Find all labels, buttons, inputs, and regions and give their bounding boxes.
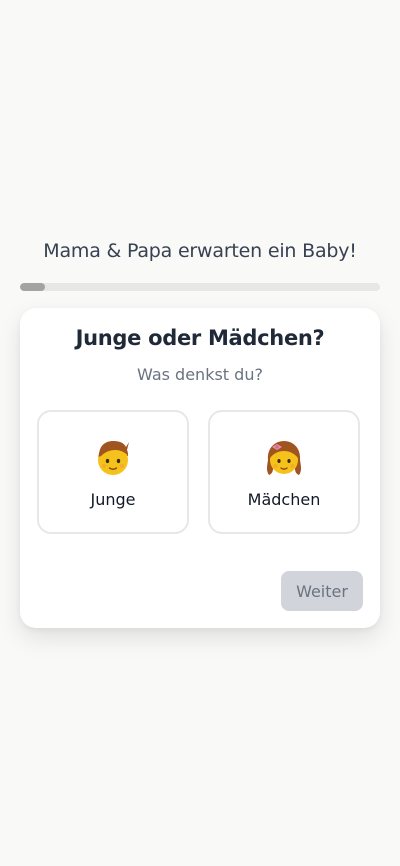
boy-emoji-icon — [98, 441, 129, 475]
progress-bar — [20, 283, 380, 291]
option-boy-label: Junge — [90, 490, 136, 509]
option-girl-button[interactable]: Mädchen — [208, 410, 360, 534]
girl-emoji-icon — [267, 441, 301, 475]
question-card: Junge oder Mädchen? Was denkst du? Junge — [20, 308, 380, 628]
option-girl-label: Mädchen — [247, 490, 321, 509]
page-headline: Mama & Papa erwarten ein Baby! — [43, 240, 357, 262]
next-button[interactable]: Weiter — [281, 571, 363, 611]
progress-bar-fill — [20, 283, 46, 291]
question-title: Junge oder Mädchen? — [75, 326, 325, 350]
question-subtitle: Was denkst du? — [137, 365, 263, 384]
option-boy-button[interactable]: Junge — [37, 410, 189, 534]
